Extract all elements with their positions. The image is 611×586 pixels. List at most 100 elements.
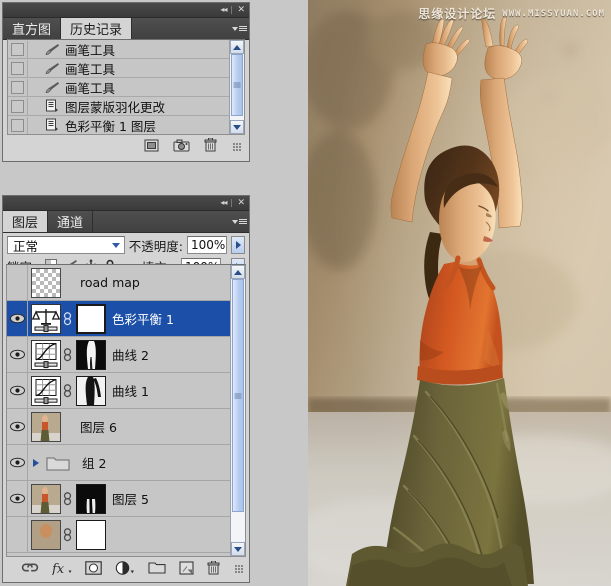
history-panel-titlebar[interactable]: ◂◂ ✕ xyxy=(3,3,249,18)
layers-panel-menu-button[interactable] xyxy=(229,211,249,232)
blend-mode-select[interactable]: 正常 xyxy=(7,236,125,254)
scroll-thumb-grip-icon xyxy=(235,393,242,398)
layer-visibility-toggle[interactable] xyxy=(7,409,28,444)
layer-thumbnail[interactable] xyxy=(31,268,61,298)
history-item[interactable]: 画笔工具 xyxy=(8,59,229,78)
layer-visibility-toggle[interactable] xyxy=(7,265,28,300)
close-icon[interactable]: ✕ xyxy=(237,199,245,208)
layer-visibility-toggle[interactable] xyxy=(7,337,28,372)
layer-mask-thumbnail[interactable] xyxy=(76,484,106,514)
layer-name[interactable]: road map xyxy=(74,275,140,290)
layer-style-fx-icon[interactable]: fx xyxy=(52,561,72,578)
close-icon[interactable]: ✕ xyxy=(237,6,245,15)
tab-history[interactable]: 历史记录 xyxy=(61,18,132,39)
link-layers-indicator-icon[interactable] xyxy=(61,312,74,326)
layers-panel-footer: fx xyxy=(6,558,246,580)
titlebar-divider xyxy=(231,6,232,14)
create-snapshot-icon[interactable] xyxy=(173,139,190,155)
layer-visibility-toggle[interactable] xyxy=(7,301,28,336)
layer-name[interactable]: 图层 5 xyxy=(106,489,149,508)
layer-visibility-toggle[interactable] xyxy=(7,373,28,408)
history-scroll-track[interactable] xyxy=(230,54,244,120)
opacity-input[interactable]: 100% xyxy=(187,236,227,254)
link-layers-indicator-icon[interactable] xyxy=(61,528,74,542)
layers-vertical-scrollbar[interactable] xyxy=(230,265,245,556)
adjustment-layer-thumbnail[interactable] xyxy=(31,340,61,370)
layer-visibility-toggle[interactable] xyxy=(7,481,28,516)
chevron-down-icon[interactable] xyxy=(108,237,124,253)
adjustment-layer-thumbnail[interactable] xyxy=(31,304,61,334)
layer-mask-thumbnail[interactable] xyxy=(76,304,106,334)
scroll-up-button[interactable] xyxy=(231,265,245,279)
tab-layers[interactable]: 图层 xyxy=(3,211,48,232)
link-layers-indicator-icon[interactable] xyxy=(61,492,74,506)
layers-list: road map xyxy=(7,265,230,556)
layers-scroll-thumb[interactable] xyxy=(232,279,244,512)
layer-mask-thumbnail[interactable] xyxy=(76,340,106,370)
delete-state-icon[interactable] xyxy=(204,138,217,155)
panel-menu-icon xyxy=(232,26,247,31)
history-source-toggle[interactable] xyxy=(8,117,28,134)
new-layer-icon[interactable] xyxy=(179,561,194,578)
tab-histogram[interactable]: 直方图 xyxy=(3,18,61,39)
scroll-down-button[interactable] xyxy=(230,120,244,134)
link-layers-indicator-icon[interactable] xyxy=(61,384,74,398)
history-vertical-scrollbar[interactable] xyxy=(229,40,244,134)
link-layers-indicator-icon[interactable] xyxy=(61,348,74,362)
layer-name[interactable]: 曲线 2 xyxy=(106,345,149,364)
history-item-label: 画笔工具 xyxy=(63,78,115,97)
expand-group-icon[interactable] xyxy=(28,459,44,467)
history-item[interactable]: 画笔工具 xyxy=(8,78,229,97)
folder-icon[interactable] xyxy=(44,454,72,471)
layer-thumbnail[interactable] xyxy=(31,484,61,514)
collapse-to-icons-icon[interactable]: ◂◂ xyxy=(220,6,226,14)
layer-row[interactable]: 图层 5 xyxy=(7,481,230,517)
layer-name[interactable]: 组 2 xyxy=(72,453,106,472)
link-layers-icon[interactable] xyxy=(21,562,39,576)
layer-group-row[interactable]: 组 2 xyxy=(7,445,230,481)
layer-name[interactable]: 曲线 1 xyxy=(106,381,149,400)
layer-thumbnail[interactable] xyxy=(31,520,61,550)
create-document-from-state-icon[interactable] xyxy=(144,139,159,155)
new-adjustment-layer-icon[interactable] xyxy=(115,561,135,578)
layer-thumbnail[interactable] xyxy=(31,412,61,442)
document-icon xyxy=(41,118,63,132)
history-scroll-thumb[interactable] xyxy=(231,54,243,116)
history-item[interactable]: 色彩平衡 1 图层 xyxy=(8,116,229,135)
layer-name[interactable]: 色彩平衡 1 xyxy=(106,309,174,328)
scroll-down-button[interactable] xyxy=(231,542,245,556)
layer-visibility-toggle[interactable] xyxy=(7,445,28,480)
collapse-to-icons-icon[interactable]: ◂◂ xyxy=(220,199,226,207)
layer-mask-thumbnail[interactable] xyxy=(76,376,106,406)
layer-row[interactable] xyxy=(7,517,230,553)
panel-resize-grip-icon[interactable] xyxy=(233,143,241,151)
history-item[interactable]: 画笔工具 xyxy=(8,40,229,59)
curves-icon xyxy=(32,341,60,369)
layer-row[interactable]: 曲线 1 xyxy=(7,373,230,409)
layers-panel-titlebar[interactable]: ◂◂ ✕ xyxy=(3,196,249,211)
layer-visibility-toggle[interactable] xyxy=(7,517,28,552)
history-source-toggle[interactable] xyxy=(8,41,28,58)
layer-row[interactable]: 曲线 2 xyxy=(7,337,230,373)
history-source-toggle[interactable] xyxy=(8,60,28,77)
add-layer-mask-icon[interactable] xyxy=(85,561,102,578)
layer-mask-thumbnail[interactable] xyxy=(76,520,106,550)
layers-panel: ◂◂ ✕ 图层 通道 正常 不透明度: 100% 锁定: xyxy=(2,195,250,583)
history-source-toggle[interactable] xyxy=(8,79,28,96)
scroll-up-button[interactable] xyxy=(230,40,244,54)
adjustment-layer-thumbnail[interactable] xyxy=(31,376,61,406)
layer-row[interactable]: 图层 6 xyxy=(7,409,230,445)
history-panel: ◂◂ ✕ 直方图 历史记录 画笔工具 xyxy=(2,2,250,162)
history-source-toggle[interactable] xyxy=(8,98,28,115)
tab-channels[interactable]: 通道 xyxy=(48,211,93,232)
history-panel-menu-button[interactable] xyxy=(229,18,249,39)
panel-resize-grip-icon[interactable] xyxy=(235,565,243,573)
opacity-slider-button[interactable] xyxy=(231,236,245,254)
history-item[interactable]: 图层蒙版羽化更改 xyxy=(8,97,229,116)
layer-name[interactable]: 图层 6 xyxy=(74,417,117,436)
layers-scroll-track[interactable] xyxy=(231,279,245,542)
new-group-icon[interactable] xyxy=(148,561,166,577)
layer-row-selected[interactable]: 色彩平衡 1 xyxy=(7,301,230,337)
delete-layer-icon[interactable] xyxy=(207,561,220,578)
layer-row[interactable]: road map xyxy=(7,265,230,301)
